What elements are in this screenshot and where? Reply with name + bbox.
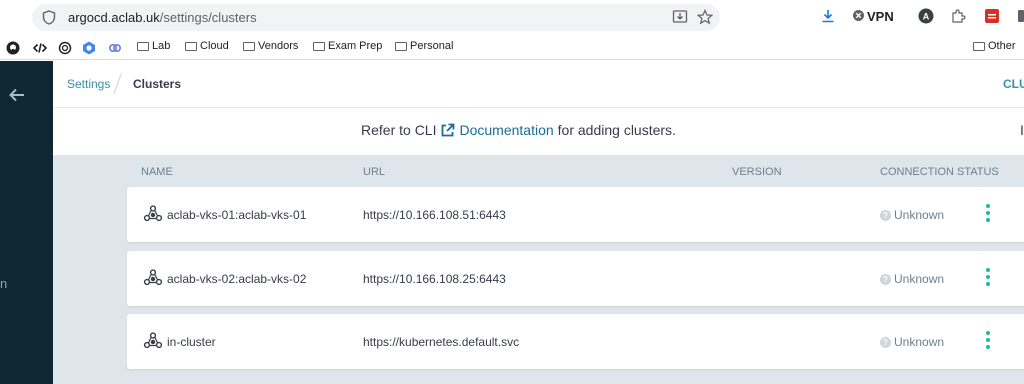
github-icon[interactable]: [6, 41, 20, 55]
cluster-row[interactable]: aclab-vks-01:aclab-vks-01 https://10.166…: [127, 187, 1024, 242]
bookmark-exam-prep[interactable]: Exam Prep: [313, 40, 382, 52]
info-text: Refer to CLI Documentation for adding cl…: [361, 122, 676, 138]
blue-app-icon[interactable]: [82, 41, 96, 55]
header-version: VERSION: [732, 166, 782, 178]
row-actions-menu-button[interactable]: [982, 268, 994, 288]
extension-a-icon[interactable]: A: [918, 8, 934, 24]
code-icon[interactable]: [33, 41, 47, 55]
cluster-icon: [143, 332, 163, 349]
folder-icon: [313, 41, 325, 51]
cluster-name: in-cluster: [167, 335, 216, 349]
unknown-status-icon: ?: [880, 273, 891, 285]
breadcrumb-separator: [113, 73, 122, 95]
connection-status: ? Unknown: [880, 208, 944, 222]
cluster-url: https://10.166.108.25:6443: [363, 272, 506, 286]
header-name: NAME: [141, 166, 173, 178]
cluster-name: aclab-vks-02:aclab-vks-02: [167, 272, 307, 286]
folder-icon: [185, 41, 197, 51]
unknown-status-icon: ?: [880, 336, 891, 348]
header-url: URL: [363, 166, 386, 178]
cluster-row[interactable]: in-cluster https://kubernetes.default.sv…: [127, 314, 1024, 369]
breadcrumb-clusters: Clusters: [133, 77, 182, 91]
info-prefix: Refer to CLI: [361, 122, 437, 138]
back-arrow-icon[interactable]: [8, 87, 26, 103]
cluster-url: https://10.166.108.51:6443: [363, 208, 506, 222]
cluster-icon: [143, 205, 163, 222]
row-actions-menu-button[interactable]: [982, 331, 994, 351]
header-connection-status: CONNECTION STATUS: [880, 166, 999, 178]
clusters-list: NAME URL VERSION CONNECTION STATUS aclab…: [53, 155, 1024, 384]
sidebar: n: [0, 61, 53, 384]
page-header: Settings Clusters CLU: [53, 61, 1024, 108]
bookmark-vendors[interactable]: Vendors: [243, 40, 298, 52]
browser-toolbar: argocd.aclab.uk/settings/clusters VPN A: [0, 0, 1024, 36]
folder-icon: [395, 41, 407, 51]
connection-status: ? Unknown: [880, 335, 944, 349]
row-actions-menu-button[interactable]: [982, 204, 994, 224]
shield-icon[interactable]: [42, 10, 56, 25]
info-suffix: for adding clusters.: [557, 122, 676, 138]
vpn-status-icon[interactable]: [853, 10, 864, 21]
vpn-label[interactable]: VPN: [867, 9, 894, 24]
bookmark-star-icon[interactable]: [697, 9, 713, 25]
info-banner: Refer to CLI Documentation for adding cl…: [53, 108, 1024, 155]
address-bar[interactable]: argocd.aclab.uk/settings/clusters: [32, 4, 720, 31]
sidebar-partial-label[interactable]: n: [0, 276, 7, 291]
url-domain: argocd.aclab.uk: [68, 10, 160, 25]
top-right-action[interactable]: CLU: [1003, 77, 1024, 91]
link-icon[interactable]: [108, 41, 122, 55]
download-icon[interactable]: [820, 8, 836, 24]
folder-icon: [137, 41, 149, 51]
cluster-icon: [143, 269, 163, 286]
documentation-link[interactable]: Documentation: [459, 122, 553, 138]
url-text[interactable]: argocd.aclab.uk/settings/clusters: [68, 10, 257, 25]
external-link-icon[interactable]: [440, 123, 455, 138]
extension-red-icon[interactable]: [984, 8, 1000, 24]
bookmark-cloud[interactable]: Cloud: [185, 40, 229, 52]
install-app-icon[interactable]: [672, 9, 688, 25]
bookmark-lab[interactable]: Lab: [137, 40, 170, 52]
cluster-row[interactable]: aclab-vks-02:aclab-vks-02 https://10.166…: [127, 251, 1024, 306]
extensions-puzzle-icon[interactable]: [950, 8, 966, 24]
bookmark-personal[interactable]: Personal: [395, 40, 453, 52]
url-path: /settings/clusters: [159, 10, 257, 25]
breadcrumb-settings[interactable]: Settings: [67, 77, 110, 91]
connection-status: ? Unknown: [880, 272, 944, 286]
folder-icon: [243, 41, 255, 51]
svg-text:A: A: [923, 12, 930, 22]
folder-icon: [973, 41, 985, 51]
extension-partial-icon[interactable]: [1016, 8, 1024, 24]
cluster-url: https://kubernetes.default.svc: [363, 335, 520, 349]
bookmarks-bar: Lab Cloud Vendors Exam Prep Personal Oth…: [0, 36, 1024, 60]
unknown-status-icon: ?: [880, 209, 891, 221]
openai-icon[interactable]: [58, 41, 72, 55]
bookmark-other[interactable]: Other: [973, 40, 1016, 52]
cluster-name: aclab-vks-01:aclab-vks-01: [167, 208, 307, 222]
info-right-partial: I: [1020, 122, 1024, 138]
